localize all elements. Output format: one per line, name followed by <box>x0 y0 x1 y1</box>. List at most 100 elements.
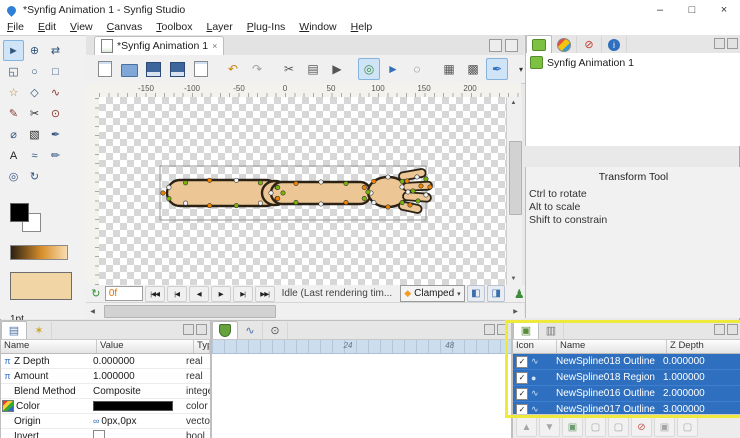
close-button[interactable]: × <box>708 0 740 20</box>
brush-color-swatch[interactable] <box>10 272 72 300</box>
param-value[interactable]: 0.000000 <box>93 356 186 367</box>
seek-begin-button[interactable]: |◀◀ <box>144 285 165 302</box>
new-layer-button[interactable]: ▣ <box>562 417 583 437</box>
brush-tool-icon[interactable]: ✏ <box>45 145 66 166</box>
spline-tool-icon[interactable]: ∿ <box>45 82 66 103</box>
scroll-left-icon[interactable]: ◀ <box>86 305 99 317</box>
circle-tool-icon[interactable]: ○ <box>24 61 45 82</box>
horizontal-scrollbar[interactable]: ◀ ▶ <box>86 302 524 319</box>
text-tool-icon[interactable]: A <box>3 145 24 166</box>
gradient-swatch[interactable] <box>10 245 68 260</box>
menu-plugins[interactable]: Plug-Ins <box>240 20 293 35</box>
col-name[interactable]: Name <box>557 340 667 353</box>
panel-close-icon[interactable] <box>727 324 738 335</box>
tab-layers[interactable]: ▣ <box>513 321 539 339</box>
scroll-right-icon[interactable]: ▶ <box>509 305 522 317</box>
col-icon[interactable]: Icon <box>513 340 557 353</box>
rectangle-tool-icon[interactable]: □ <box>45 61 66 82</box>
smooth-move-tool-icon[interactable]: ⊕ <box>24 40 45 61</box>
layer-checkbox[interactable]: ✓ <box>516 355 528 368</box>
snap-grid-toggle[interactable]: ▩ <box>462 58 484 80</box>
onion-skin-toggle[interactable]: ◎ <box>358 58 380 80</box>
menu-toolbox[interactable]: Toolbox <box>149 20 199 35</box>
timetrack-ruler[interactable]: 24 48 <box>212 340 511 354</box>
cutout-tool-icon[interactable]: ✂ <box>24 103 45 124</box>
width-tool-icon[interactable]: ⌀ <box>3 124 24 145</box>
panel-menu-icon[interactable] <box>714 324 725 335</box>
seek-end-button[interactable]: ▶▶| <box>254 285 275 302</box>
show-grid-toggle[interactable]: ▦ <box>438 58 460 80</box>
col-zdepth[interactable]: Z Depth <box>667 340 740 353</box>
vscroll-thumb[interactable] <box>509 141 522 215</box>
param-value[interactable]: Composite <box>93 386 186 397</box>
menu-file[interactable]: File <box>0 20 31 35</box>
horizontal-ruler[interactable]: -150 -100 -50 0 50 100 150 200 <box>99 83 521 98</box>
panel-close-icon[interactable] <box>497 324 508 335</box>
cleanup-button[interactable]: ✂ <box>278 58 300 80</box>
tab-timetrack[interactable] <box>212 321 238 339</box>
scale-tool-icon[interactable]: ◱ <box>3 61 24 82</box>
menu-edit[interactable]: Edit <box>31 20 63 35</box>
tab-keyframes[interactable]: ✶ <box>27 322 52 339</box>
undo-button[interactable]: ↶ <box>222 58 244 80</box>
scroll-up-icon[interactable]: ▲ <box>507 97 520 109</box>
next-keyframe-button[interactable]: ▶| <box>232 285 253 302</box>
refresh-toggle[interactable]: ► <box>382 58 404 80</box>
redo-button[interactable]: ↷ <box>246 58 268 80</box>
panel-menu-icon[interactable] <box>714 38 725 49</box>
col-value[interactable]: Value <box>97 340 194 353</box>
tab-curves[interactable]: ∿ <box>238 322 263 339</box>
panel-close-icon[interactable] <box>196 324 207 335</box>
current-time-field[interactable]: 0f <box>104 286 143 301</box>
prev-frame-button[interactable]: ◀ <box>188 285 209 302</box>
play-button[interactable]: ▶ <box>210 285 231 302</box>
new-document-button[interactable] <box>94 58 116 80</box>
open-button[interactable] <box>118 58 140 80</box>
tree-item-canvas[interactable]: Synfig Animation 1 <box>526 53 740 69</box>
arm-shape[interactable] <box>165 168 433 214</box>
menu-canvas[interactable]: Canvas <box>100 20 150 35</box>
scroll-down-icon[interactable]: ▼ <box>507 273 520 285</box>
loop-icon[interactable]: ↻ <box>89 287 103 301</box>
tab-children[interactable]: ⊙ <box>263 322 288 339</box>
col-name[interactable]: Name <box>1 340 97 353</box>
color-value-swatch[interactable] <box>93 401 173 411</box>
zoom-tool-icon[interactable]: ◎ <box>3 166 24 187</box>
param-value[interactable]: 0px,0px <box>101 416 136 427</box>
param-row[interactable]: Origin ∞0px,0px vector <box>1 414 210 429</box>
menu-view[interactable]: View <box>63 20 100 35</box>
vertical-ruler[interactable] <box>86 97 100 285</box>
menu-layer[interactable]: Layer <box>199 20 239 35</box>
outline-color-swatch[interactable] <box>10 203 29 222</box>
encapsulate-layer-button[interactable]: ▢ <box>677 417 698 437</box>
panel-detach-icon[interactable] <box>505 38 518 52</box>
background-render-toggle[interactable]: ◌ <box>406 58 428 80</box>
canvas-drawing[interactable] <box>99 97 506 285</box>
layer-row[interactable]: ✓ ● NewSpline018 Region 1.000000 <box>513 370 740 386</box>
duplicate-layer-button[interactable]: ▣ <box>654 417 675 437</box>
layer-row[interactable]: ✓ ∿ NewSpline016 Outline 2.000000 <box>513 386 740 402</box>
col-type[interactable]: Type <box>194 340 210 353</box>
panel-menu-icon[interactable] <box>489 38 502 52</box>
pen-toggle[interactable]: ✒ <box>486 58 508 80</box>
save-as-button[interactable] <box>166 58 188 80</box>
tab-params[interactable]: ▤ <box>1 321 27 339</box>
fill-tool-icon[interactable]: ⊙ <box>45 103 66 124</box>
preview-button[interactable]: ▶ <box>326 58 348 80</box>
param-value[interactable]: 1.000000 <box>93 371 186 382</box>
layer-row[interactable]: ✓ ∿ NewSpline018 Outline 0.000000 <box>513 354 740 370</box>
panel-menu-icon[interactable] <box>183 324 194 335</box>
minimize-button[interactable]: – <box>644 0 676 20</box>
canvas-tab[interactable]: *Synfig Animation 1 × <box>94 36 225 55</box>
maximize-button[interactable]: □ <box>676 0 708 20</box>
future-keyframe-lock-button[interactable]: ◨ <box>487 285 506 302</box>
raise-layer-button[interactable]: ▲ <box>516 417 537 437</box>
sketch-tool-icon[interactable]: ≈ <box>24 145 45 166</box>
timetrack-content[interactable] <box>212 354 511 438</box>
new-group-button[interactable]: ▢ <box>585 417 606 437</box>
vertical-scrollbar[interactable]: ▲ ▼ <box>506 97 522 285</box>
layer-checkbox[interactable]: ✓ <box>516 371 528 384</box>
invert-checkbox[interactable] <box>93 430 105 438</box>
tab-history[interactable]: ⊘ <box>577 36 602 53</box>
hscroll-thumb[interactable] <box>104 305 276 318</box>
